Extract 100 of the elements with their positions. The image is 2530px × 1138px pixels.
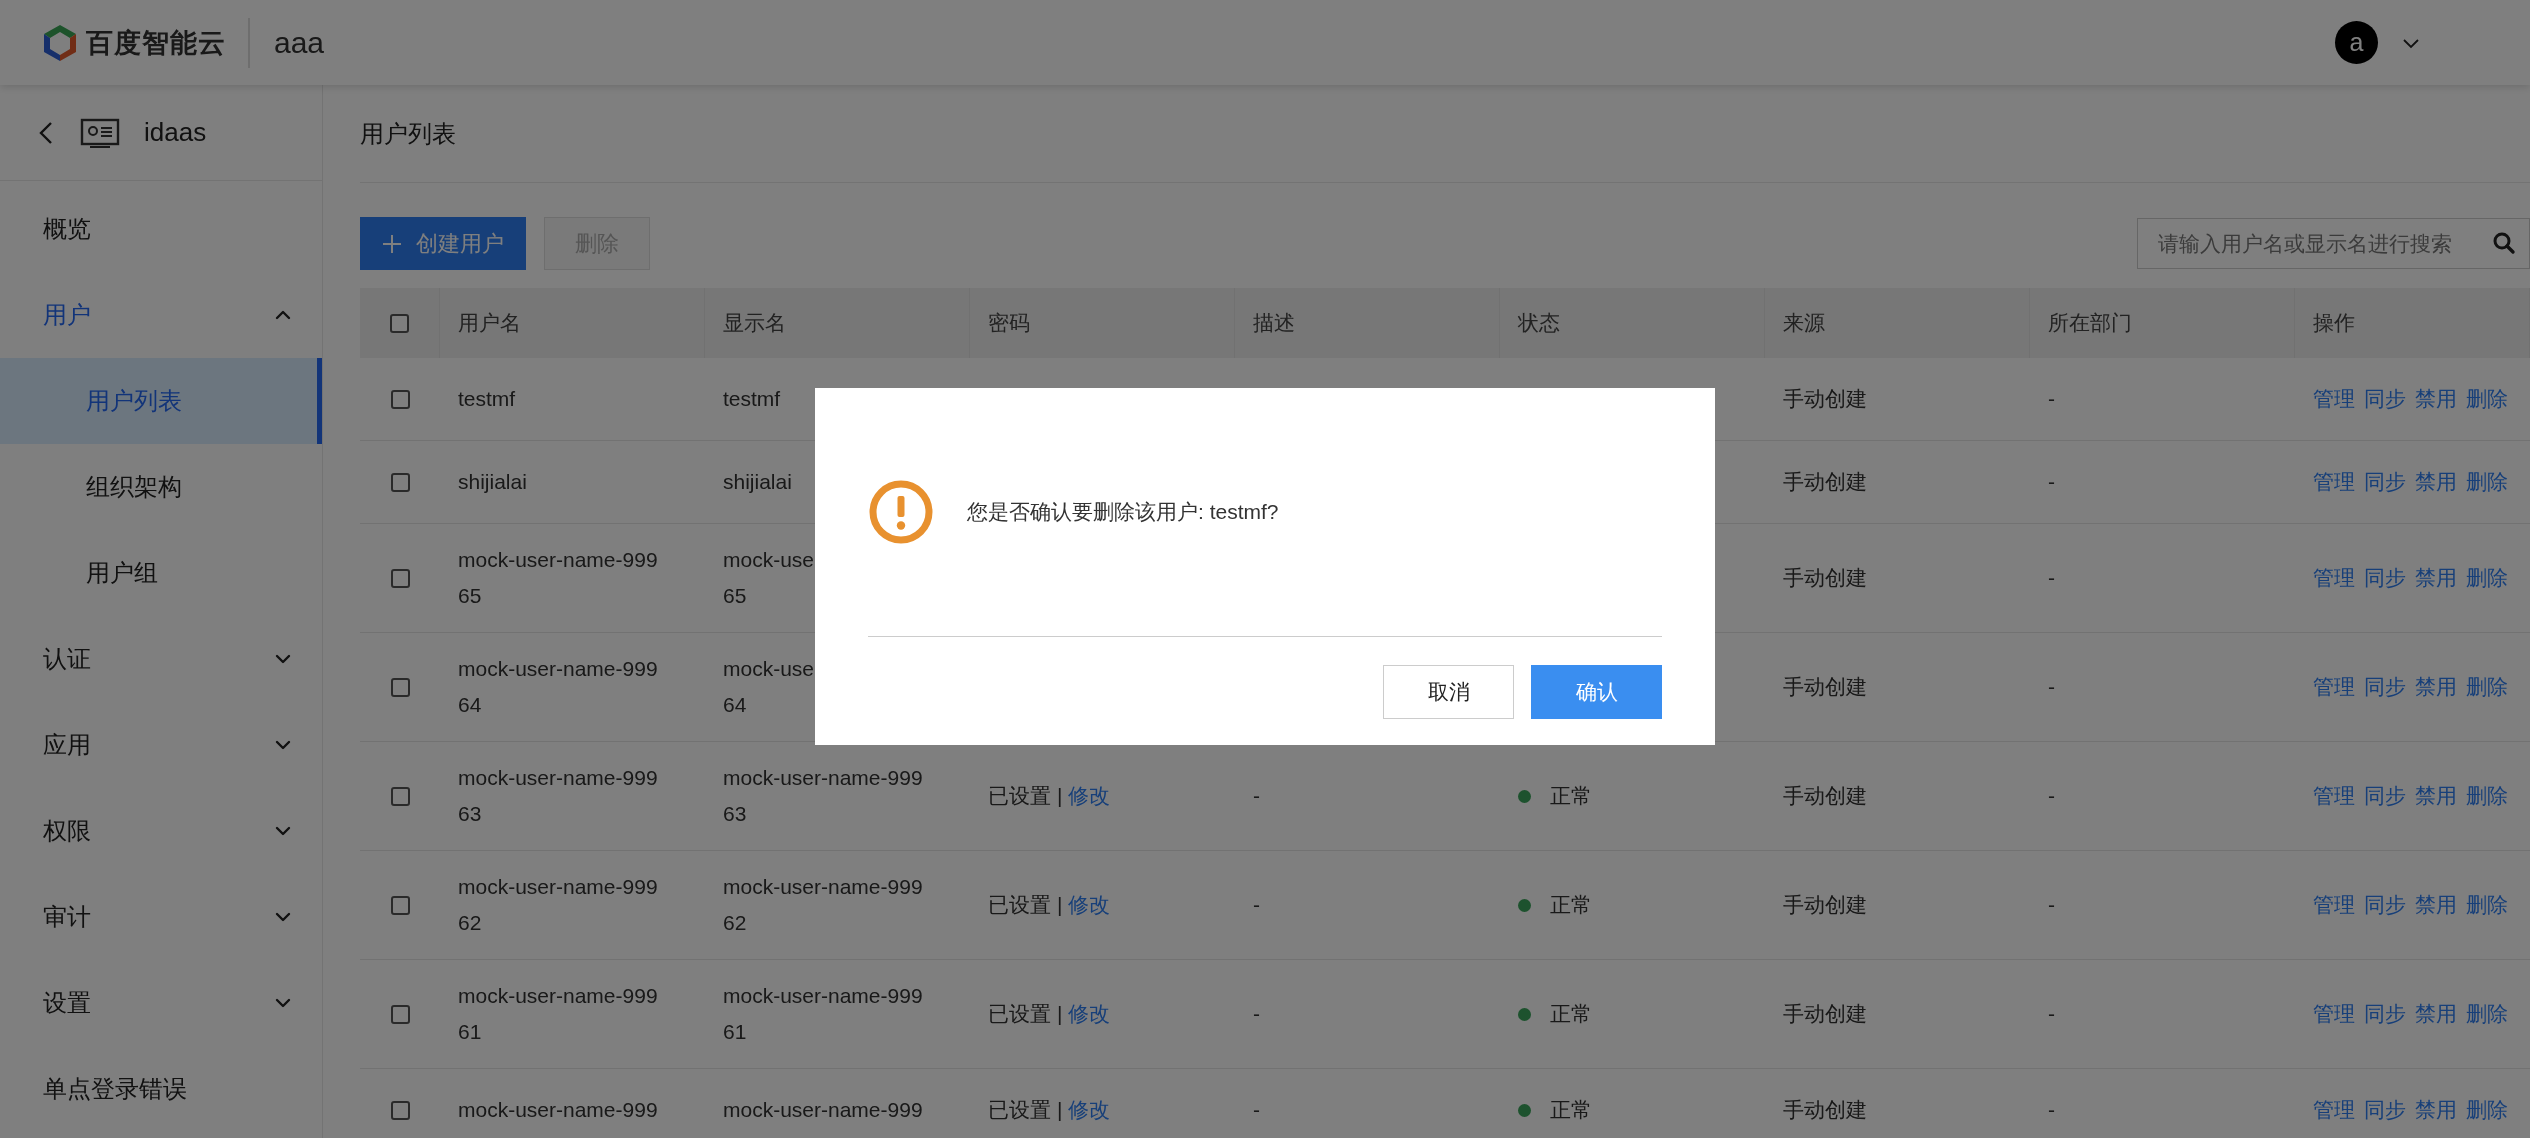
action-link[interactable]: 禁用 [2415, 560, 2457, 596]
table-cell-text: mock-user-name-99962 [458, 874, 659, 936]
column-header: 所在部门 [2030, 288, 2295, 358]
separator-text: | [1057, 892, 1063, 918]
nav-item[interactable]: 用户 [0, 272, 322, 358]
action-link[interactable]: 管理 [2313, 1092, 2355, 1128]
nav-item[interactable]: 权限 [0, 788, 322, 874]
action-link[interactable]: 同步 [2364, 996, 2406, 1032]
nav-item[interactable]: 用户列表 [0, 358, 322, 444]
table-cell-text: mock-user-name-99964 [458, 656, 659, 718]
table-cell-text: - [2048, 565, 2055, 591]
action-link[interactable]: 管理 [2313, 887, 2355, 923]
action-link[interactable]: 禁用 [2415, 996, 2457, 1032]
nav-item[interactable]: 概览 [0, 186, 322, 272]
edit-link[interactable]: 修改 [1068, 887, 1111, 923]
action-link[interactable]: 删除 [2466, 778, 2508, 814]
action-link[interactable]: 禁用 [2415, 381, 2457, 417]
status-text: 正常 [1550, 1097, 1592, 1123]
separator-text: | [1057, 1001, 1063, 1027]
table-cell-text: 手动创建 [1783, 565, 1867, 591]
action-link[interactable]: 删除 [2466, 560, 2508, 596]
action-link[interactable]: 删除 [2466, 996, 2508, 1032]
edit-link[interactable]: 修改 [1068, 1092, 1111, 1128]
table-cell-text: - [1253, 783, 1260, 809]
action-link[interactable]: 删除 [2466, 669, 2508, 705]
table-cell-text: mock-user-name-99962 [723, 874, 924, 936]
action-link[interactable]: 管理 [2313, 669, 2355, 705]
action-link[interactable]: 管理 [2313, 560, 2355, 596]
action-link[interactable]: 同步 [2364, 1092, 2406, 1128]
table-cell-text: 已设置 [988, 892, 1051, 918]
separator-text: | [1057, 783, 1063, 809]
table-cell-text: shijialai [723, 469, 793, 495]
action-link[interactable]: 禁用 [2415, 778, 2457, 814]
action-link[interactable]: 同步 [2364, 560, 2406, 596]
table-cell-text: 手动创建 [1783, 1001, 1867, 1027]
table-cell-text: - [2048, 469, 2055, 495]
table-cell-text: 手动创建 [1783, 1097, 1867, 1123]
table-cell-text: mock-use 64 [723, 656, 816, 718]
action-link[interactable]: 管理 [2313, 996, 2355, 1032]
dialog-message: 您是否确认要删除该用户: testmf? [967, 499, 1279, 525]
status-text: 正常 [1550, 783, 1592, 809]
column-header: 来源 [1765, 288, 2030, 358]
nav-item[interactable]: 审计 [0, 874, 322, 960]
edit-link[interactable]: 修改 [1068, 996, 1111, 1032]
action-link[interactable]: 管理 [2313, 381, 2355, 417]
action-link[interactable]: 管理 [2313, 778, 2355, 814]
action-link[interactable]: 禁用 [2415, 887, 2457, 923]
column-header: 状态 [1500, 288, 1765, 358]
table-cell-text: - [2048, 783, 2055, 809]
brand-name: 百度智能云 [86, 26, 226, 60]
table-cell-text: - [2048, 892, 2055, 918]
table-cell-text: mock-user-name-99963 [458, 765, 659, 827]
nav-item[interactable]: 设置 [0, 960, 322, 1046]
action-link[interactable]: 同步 [2364, 669, 2406, 705]
table-cell-text: 手动创建 [1783, 386, 1867, 412]
table-cell-text: shijialai [458, 469, 528, 495]
project-name[interactable]: aaa [274, 25, 325, 60]
app-title: idaas [144, 117, 207, 148]
column-header: 描述 [1235, 288, 1500, 358]
table-cell-text: 已设置 [988, 1001, 1051, 1027]
cancel-button[interactable]: 取消 [1383, 665, 1514, 719]
edit-link[interactable]: 修改 [1068, 778, 1111, 814]
action-link[interactable]: 删除 [2466, 464, 2508, 500]
table-cell-text: - [1253, 892, 1260, 918]
create-user-button[interactable]: 创建用户 [360, 217, 526, 270]
column-header: 密码 [970, 288, 1235, 358]
table-cell-text: mock-user-name-99961 [723, 983, 924, 1045]
table-cell-text: mock-user-name-99963 [723, 765, 924, 827]
nav-item[interactable]: 应用 [0, 702, 322, 788]
nav-item[interactable]: 用户组 [0, 530, 322, 616]
page-title: 用户列表 [360, 85, 2530, 183]
table-cell-text: - [2048, 674, 2055, 700]
user-avatar[interactable]: a [2335, 21, 2378, 64]
nav-item[interactable]: 认证 [0, 616, 322, 702]
action-link[interactable]: 同步 [2364, 887, 2406, 923]
action-link[interactable]: 禁用 [2415, 464, 2457, 500]
table-cell-text: mock-user-name-99965 [458, 547, 659, 609]
table-cell-text: 手动创建 [1783, 783, 1867, 809]
status-text: 正常 [1550, 1001, 1592, 1027]
confirm-button[interactable]: 确认 [1531, 665, 1662, 719]
action-link[interactable]: 同步 [2364, 464, 2406, 500]
action-link[interactable]: 删除 [2466, 381, 2508, 417]
table-cell-text: 手动创建 [1783, 892, 1867, 918]
separator-text: | [1057, 1097, 1063, 1123]
nav-item[interactable]: 组织架构 [0, 444, 322, 530]
table-cell-text: 已设置 [988, 783, 1051, 809]
action-link[interactable]: 删除 [2466, 1092, 2508, 1128]
table-cell-text: - [1253, 1097, 1260, 1123]
action-link[interactable]: 管理 [2313, 464, 2355, 500]
table-cell-text: mock-user-name-999 [723, 1097, 924, 1123]
action-link[interactable]: 禁用 [2415, 669, 2457, 705]
action-link[interactable]: 删除 [2466, 887, 2508, 923]
action-link[interactable]: 同步 [2364, 381, 2406, 417]
table-cell-text: mock-use 65 [723, 547, 816, 609]
action-link[interactable]: 禁用 [2415, 1092, 2457, 1128]
nav-item[interactable]: 单点登录错误 [0, 1046, 322, 1132]
table-cell-text: testmf [458, 386, 517, 412]
action-link[interactable]: 同步 [2364, 778, 2406, 814]
table-cell-text: - [2048, 1097, 2055, 1123]
search-field[interactable]: 请输入用户名或显示名进行搜索 [2137, 218, 2530, 269]
